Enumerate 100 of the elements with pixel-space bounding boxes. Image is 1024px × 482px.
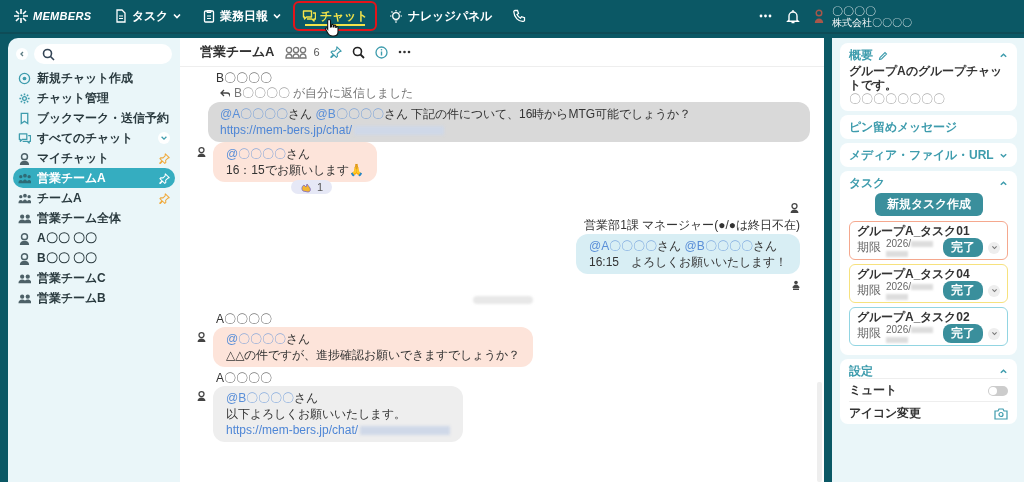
pin-icon[interactable] (329, 46, 342, 58)
company-name: 株式会社〇〇〇〇 (832, 16, 912, 28)
blurred-text (886, 251, 908, 257)
chat-list-item[interactable]: チームA (13, 188, 175, 208)
person-icon (18, 251, 31, 265)
chat-list-item[interactable]: 営業チームB (13, 288, 175, 308)
chat-list-item[interactable]: すべてのチャット (13, 128, 175, 148)
pin-icon (159, 172, 170, 184)
message-bubble: @A〇〇〇〇さん @B〇〇〇〇さん 16:15 よろしくお願いいたします！ (575, 234, 800, 274)
chevron-down-icon (160, 134, 168, 142)
reply-icon (220, 88, 230, 98)
due-label: 期限 (857, 282, 881, 299)
task-title: グループA_タスク04 (857, 267, 971, 281)
chat-list-item[interactable]: ブックマーク・送信予約 (13, 108, 175, 128)
clipboard-icon (202, 9, 217, 23)
nav-tab[interactable]: 業務日報 (193, 1, 292, 31)
read-receipt-icon (792, 280, 800, 290)
chat-bubbles-icon (18, 131, 31, 145)
chat-title: 営業チームA (200, 43, 275, 61)
due-date: 2026/ (886, 238, 912, 249)
chevron-down-icon (990, 287, 998, 294)
chat-list-item[interactable]: A〇〇 〇〇 (13, 228, 175, 248)
task-card[interactable]: グループA_タスク01 期限 2026/ 完了 (849, 221, 1008, 260)
team-icon (18, 191, 31, 205)
search-icon (42, 47, 55, 61)
search-icon[interactable] (351, 45, 365, 59)
due-label: 期限 (857, 325, 881, 342)
complete-button[interactable]: 完了 (943, 238, 983, 257)
message-bubble: @〇〇〇〇さん △△の件ですが、進捗確認お願いできますでしょうか？ (213, 327, 534, 367)
person-icon (18, 151, 31, 165)
logo-star-icon (12, 7, 30, 25)
chevron-left-icon (18, 50, 26, 58)
task-title: グループA_タスク02 (857, 310, 971, 324)
task-title: グループA_タスク01 (857, 224, 971, 238)
nav-tab[interactable]: タスク (105, 1, 192, 31)
phone-icon (512, 8, 528, 24)
person-icon (196, 146, 207, 158)
person-icon (196, 331, 207, 343)
chat-list-item[interactable]: 営業チーム全体 (13, 208, 175, 228)
sender-name: 営業部1課 マネージャー(●/●は終日不在) (584, 218, 800, 232)
complete-button[interactable]: 完了 (943, 281, 983, 300)
expand-button[interactable] (158, 132, 170, 144)
pencil-icon[interactable] (878, 50, 888, 60)
setting-label: アイコン変更 (849, 405, 921, 422)
due-label: 期限 (857, 239, 881, 256)
bookmark-icon (18, 111, 31, 125)
nav-tab[interactable]: ナレッジパネル (379, 1, 502, 31)
chat-list-item[interactable]: 営業チームC (13, 268, 175, 288)
user-name: 〇〇〇〇 (832, 4, 877, 17)
reply-note: B〇〇〇〇 が自分に返信しました (234, 86, 414, 100)
member-count: 6 (313, 46, 320, 58)
collapse-button[interactable] (16, 48, 28, 60)
sender-name: B〇〇〇〇 (216, 71, 273, 85)
members-icon (284, 45, 310, 59)
avatar-icon (814, 8, 824, 24)
task-card[interactable]: グループA_タスク04 期限 2026/ 完了 (849, 264, 1008, 303)
chat-bubbles-icon (302, 9, 317, 23)
person-icon (196, 390, 207, 402)
lightbulb-icon (388, 8, 405, 24)
chat-list-item[interactable]: 新規チャット作成 (13, 68, 175, 88)
expand-button[interactable] (988, 284, 1000, 297)
blurred-text (911, 241, 934, 248)
expand-button[interactable] (988, 241, 1000, 254)
reaction-badge[interactable]: 1 (291, 180, 333, 194)
chevron-down-icon (990, 330, 998, 337)
person-icon (789, 202, 800, 214)
document-icon (114, 9, 129, 23)
sender-name: A〇〇〇〇 (216, 312, 273, 326)
chat-list-item[interactable]: チャット管理 (13, 88, 175, 108)
chevron-down-icon (990, 244, 998, 251)
expand-button[interactable] (988, 327, 1000, 340)
search-field[interactable] (34, 44, 172, 64)
plus-circle-icon (18, 71, 31, 85)
pin-icon (159, 192, 170, 204)
task-card[interactable]: グループA_タスク02 期限 2026/ 完了 (849, 307, 1008, 346)
gear-icon (18, 91, 31, 105)
toggle-switch[interactable] (988, 385, 1008, 396)
overview-note: 〇〇〇〇〇〇〇〇 (849, 92, 946, 106)
team-icon (18, 171, 31, 185)
blurred-text (886, 294, 908, 300)
overview-text: グループAのグループチャットです。 (849, 64, 1003, 92)
blurred-text (911, 284, 934, 291)
new-task-button[interactable]: 新規タスク作成 (874, 193, 983, 216)
camera-icon[interactable] (994, 407, 1008, 420)
logo-text: MEMBERS (33, 10, 92, 22)
pin-icon (159, 152, 170, 164)
chat-list-item[interactable]: B〇〇 〇〇 (13, 248, 175, 268)
due-date: 2026/ (886, 281, 912, 292)
due-date: 2026/ (886, 324, 912, 335)
chat-list-item[interactable]: マイチャット (13, 148, 175, 168)
more-icon[interactable] (397, 49, 411, 55)
complete-button[interactable]: 完了 (943, 324, 983, 343)
person-icon (18, 231, 31, 245)
info-icon[interactable] (374, 45, 388, 59)
more-icon[interactable] (759, 13, 772, 19)
blurred-text (911, 327, 934, 334)
quoted-message: @A〇〇〇〇さん @B〇〇〇〇さん 下記の件について、16時からMTG可能でしょうか？ https://mem-bers.jp/chat/ (208, 102, 810, 142)
blurred-text (886, 337, 908, 343)
setting-label: ミュート (849, 382, 897, 399)
bell-icon[interactable] (786, 8, 800, 24)
